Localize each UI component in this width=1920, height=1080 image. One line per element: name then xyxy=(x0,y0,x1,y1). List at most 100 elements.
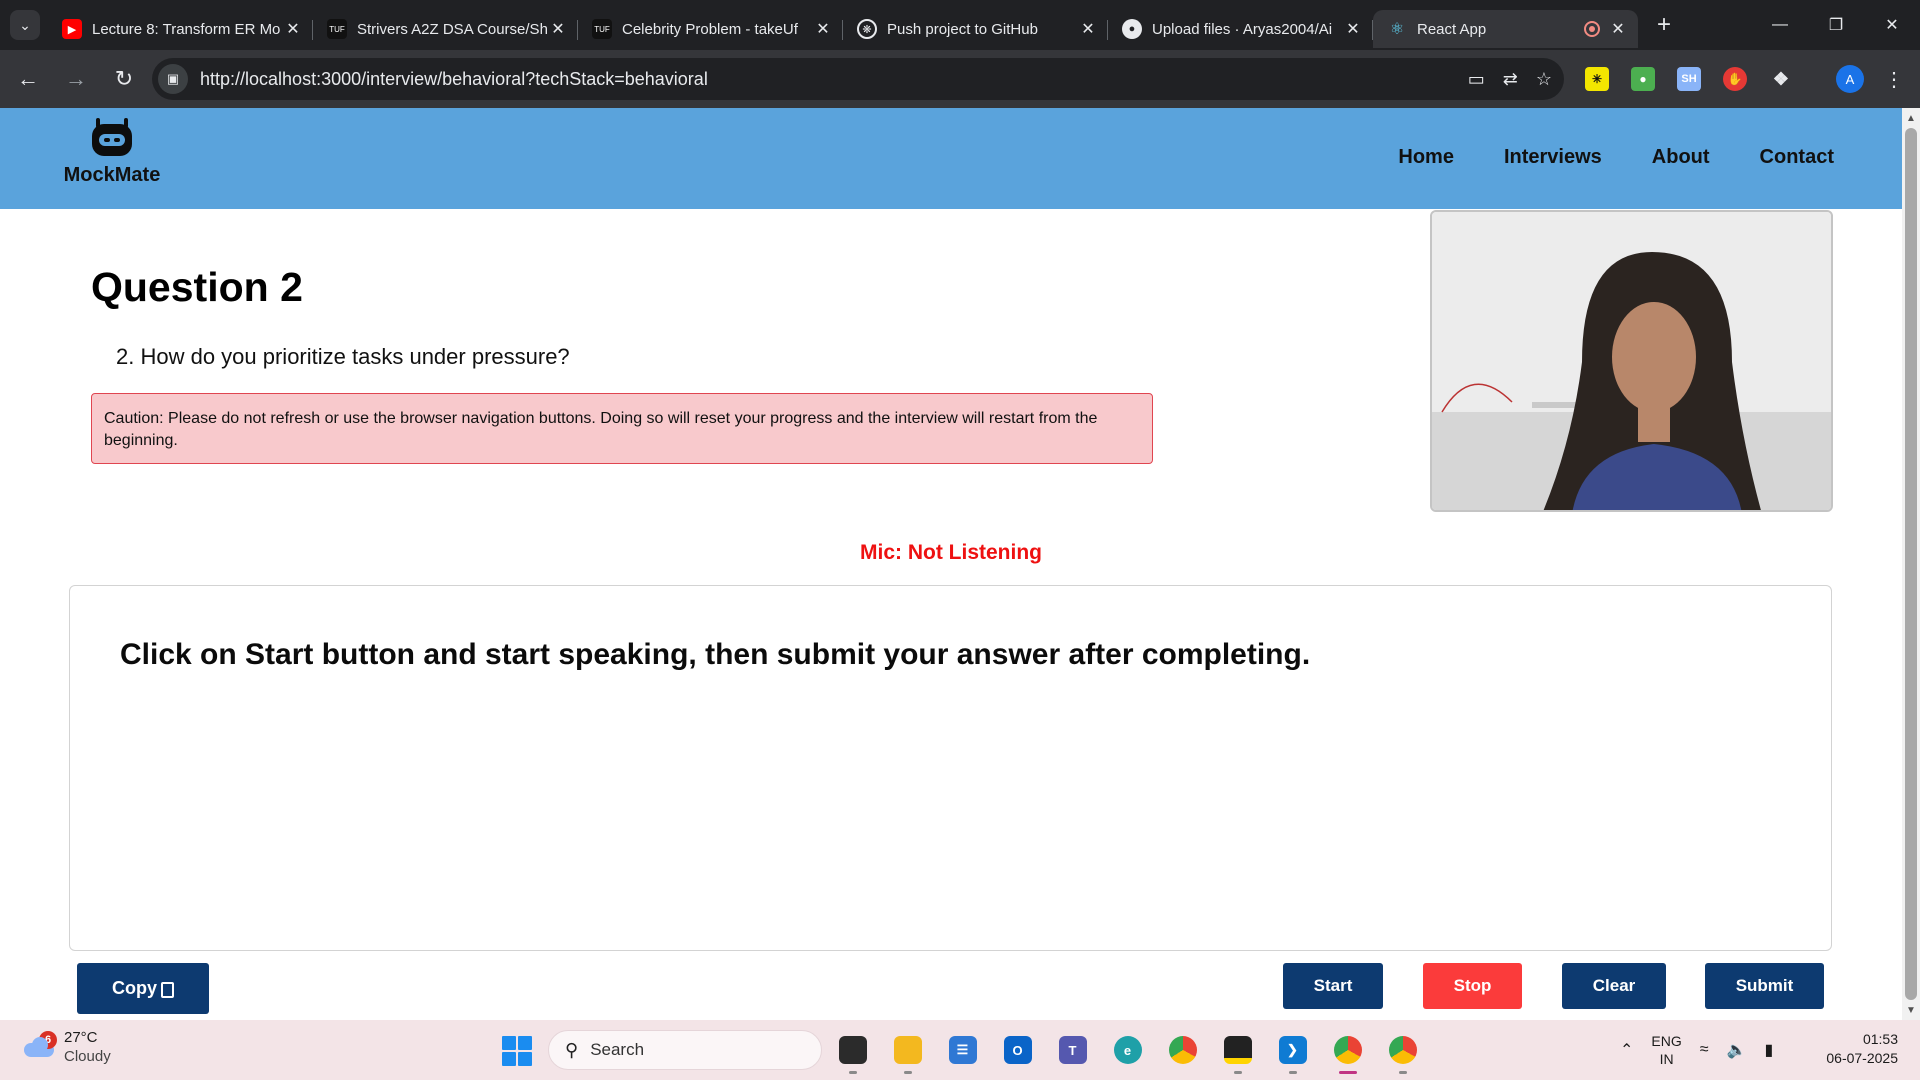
tab-celebrity[interactable]: TUF Celebrity Problem - takeUf ✕ xyxy=(578,10,843,48)
tab-lecture[interactable]: ▶ Lecture 8: Transform ER Mo ✕ xyxy=(48,10,313,48)
taskbar-search[interactable]: ⚲ Search xyxy=(548,1030,822,1070)
extensions-area: ✳ ● SH ✋ ❖ xyxy=(1585,50,1793,108)
github-icon: ● xyxy=(1122,19,1142,39)
taskbar-app-file-explorer[interactable] xyxy=(887,1030,928,1074)
openai-icon: ❋ xyxy=(857,19,877,39)
close-tab-icon[interactable]: ✕ xyxy=(283,19,303,39)
minimize-icon[interactable]: — xyxy=(1752,0,1808,50)
tab-github[interactable]: ● Upload files · Aryas2004/Ai ✕ xyxy=(1108,10,1373,48)
taskbar-app-chrome-profile-2[interactable] xyxy=(1382,1030,1423,1074)
tab-chatgpt[interactable]: ❋ Push project to GitHub ✕ xyxy=(843,10,1108,48)
taskbar-app-chrome[interactable] xyxy=(1162,1030,1203,1070)
system-tray: ⌃ ENG IN ≈ 🔈 ▮ xyxy=(1620,1020,1773,1080)
extension-red-icon[interactable]: ✋ xyxy=(1723,67,1747,91)
tab-title: Strivers A2Z DSA Course/Sh xyxy=(357,20,548,38)
clock-time: 01:53 xyxy=(1862,1031,1898,1047)
chrome-icon xyxy=(1168,1036,1197,1064)
browser-toolbar: ← → ↻ ▣ http://localhost:3000/interview/… xyxy=(0,50,1920,108)
start-button[interactable]: Start xyxy=(1283,963,1383,1009)
tab-strivers[interactable]: TUF Strivers A2Z DSA Course/Sh ✕ xyxy=(313,10,578,48)
language-indicator[interactable]: ENG IN xyxy=(1651,1032,1681,1068)
question-text: 2. How do you prioritize tasks under pre… xyxy=(116,344,570,369)
webcam-video-frame xyxy=(1432,212,1831,510)
close-window-icon[interactable]: ✕ xyxy=(1864,0,1920,50)
url-text[interactable]: http://localhost:3000/interview/behavior… xyxy=(200,69,708,90)
close-tab-icon[interactable]: ✕ xyxy=(1343,19,1363,39)
browser-menu-icon[interactable]: ⋮ xyxy=(1880,65,1908,93)
caution-alert: Caution: Please do not refresh or use th… xyxy=(91,393,1153,464)
profile-avatar[interactable]: A xyxy=(1836,65,1864,93)
tab-title: Push project to GitHub xyxy=(887,20,1038,38)
scroll-thumb[interactable] xyxy=(1905,128,1917,1000)
tab-title: Upload files · Aryas2004/Ai xyxy=(1152,20,1333,38)
stop-button[interactable]: Stop xyxy=(1423,963,1522,1009)
extension-green-icon[interactable]: ● xyxy=(1631,67,1655,91)
language-line1: ENG xyxy=(1651,1033,1682,1049)
taskbar-app-outlook[interactable]: O xyxy=(997,1030,1038,1070)
taskbar-app-notepad[interactable]: ☰ xyxy=(942,1030,983,1070)
windows-start-icon[interactable] xyxy=(502,1036,532,1066)
teams-icon: T xyxy=(1058,1036,1087,1064)
close-tab-icon[interactable]: ✕ xyxy=(1608,19,1628,39)
extensions-puzzle-icon[interactable]: ❖ xyxy=(1769,67,1793,91)
back-icon[interactable]: ← xyxy=(8,59,48,99)
taskbar-app-teams[interactable]: T xyxy=(1052,1030,1093,1070)
scroll-down-icon[interactable]: ▼ xyxy=(1902,1002,1920,1018)
new-tab-icon[interactable]: + xyxy=(1648,9,1680,41)
site-info-icon[interactable]: ▣ xyxy=(158,64,188,94)
extension-sh-icon[interactable]: SH xyxy=(1677,67,1701,91)
window-controls: — ❐ ✕ xyxy=(1752,0,1920,50)
tuf-icon: TUF xyxy=(327,19,347,39)
taskbar-app-terminal[interactable] xyxy=(832,1030,873,1074)
forward-icon[interactable]: → xyxy=(56,59,96,99)
folder-icon xyxy=(893,1036,922,1064)
extension-yellow-icon[interactable]: ✳ xyxy=(1585,67,1609,91)
tab-title: Celebrity Problem - takeUf xyxy=(622,20,798,38)
system-clock[interactable]: 01:53 06-07-2025 xyxy=(1826,1030,1898,1068)
webcam-preview xyxy=(1430,210,1833,512)
taskbar-apps: ☰ O T e ❯ xyxy=(832,1030,1423,1074)
vscode-icon: ❯ xyxy=(1278,1036,1307,1064)
tuf-icon: TUF xyxy=(592,19,612,39)
page-scrollbar[interactable]: ▲ ▼ xyxy=(1902,108,1920,1020)
install-app-icon[interactable]: ▭ xyxy=(1468,69,1485,90)
close-tab-icon[interactable]: ✕ xyxy=(813,19,833,39)
tab-react-app[interactable]: ⚛ React App ✕ xyxy=(1373,10,1638,48)
close-tab-icon[interactable]: ✕ xyxy=(548,19,568,39)
nav-contact[interactable]: Contact xyxy=(1760,146,1834,169)
clear-button[interactable]: Clear xyxy=(1562,963,1666,1009)
nav-home[interactable]: Home xyxy=(1398,146,1454,169)
clock-date: 06-07-2025 xyxy=(1826,1050,1898,1066)
site-logo[interactable]: MockMate xyxy=(62,118,162,187)
volume-icon[interactable]: 🔈 xyxy=(1727,1040,1747,1060)
translate-icon[interactable]: ⇄ xyxy=(1503,69,1518,90)
weather-temp: 27°C xyxy=(64,1029,98,1046)
answer-transcript-box[interactable]: Click on Start button and start speaking… xyxy=(69,585,1832,951)
taskbar-app-edge[interactable]: e xyxy=(1107,1030,1148,1070)
scroll-up-icon[interactable]: ▲ xyxy=(1902,110,1920,126)
weather-widget[interactable]: 6 27°C Cloudy xyxy=(22,1028,111,1066)
bookmark-star-icon[interactable]: ☆ xyxy=(1536,69,1552,90)
mic-status-text: Mic: Not Listening xyxy=(860,541,1042,564)
address-bar[interactable]: ▣ http://localhost:3000/interview/behavi… xyxy=(152,58,1564,100)
notification-badge: 6 xyxy=(39,1031,57,1049)
taskbar-app-chrome-profile[interactable] xyxy=(1327,1030,1368,1074)
submit-button[interactable]: Submit xyxy=(1705,963,1824,1009)
restore-icon[interactable]: ❐ xyxy=(1808,0,1864,50)
tab-search-icon[interactable]: ⌄ xyxy=(10,10,40,40)
chevron-up-icon[interactable]: ⌃ xyxy=(1620,1040,1633,1060)
wifi-icon[interactable]: ≈ xyxy=(1700,1041,1709,1059)
taskbar-app-sticky-notes[interactable] xyxy=(1217,1030,1258,1074)
reload-icon[interactable]: ↻ xyxy=(104,59,144,99)
nav-interviews[interactable]: Interviews xyxy=(1504,146,1602,169)
nav-about[interactable]: About xyxy=(1652,146,1710,169)
battery-icon[interactable]: ▮ xyxy=(1764,1040,1773,1060)
windows-taskbar: 6 27°C Cloudy ⚲ Search ☰ O T e ❯ ⌃ ENG I… xyxy=(0,1020,1920,1080)
taskbar-app-vscode[interactable]: ❯ xyxy=(1272,1030,1313,1074)
tab-title: Lecture 8: Transform ER Mo xyxy=(92,20,281,38)
terminal-icon xyxy=(838,1036,867,1064)
copy-button[interactable]: Copy xyxy=(77,963,209,1014)
react-icon: ⚛ xyxy=(1389,21,1405,38)
copy-icon xyxy=(161,981,174,998)
close-tab-icon[interactable]: ✕ xyxy=(1078,19,1098,39)
